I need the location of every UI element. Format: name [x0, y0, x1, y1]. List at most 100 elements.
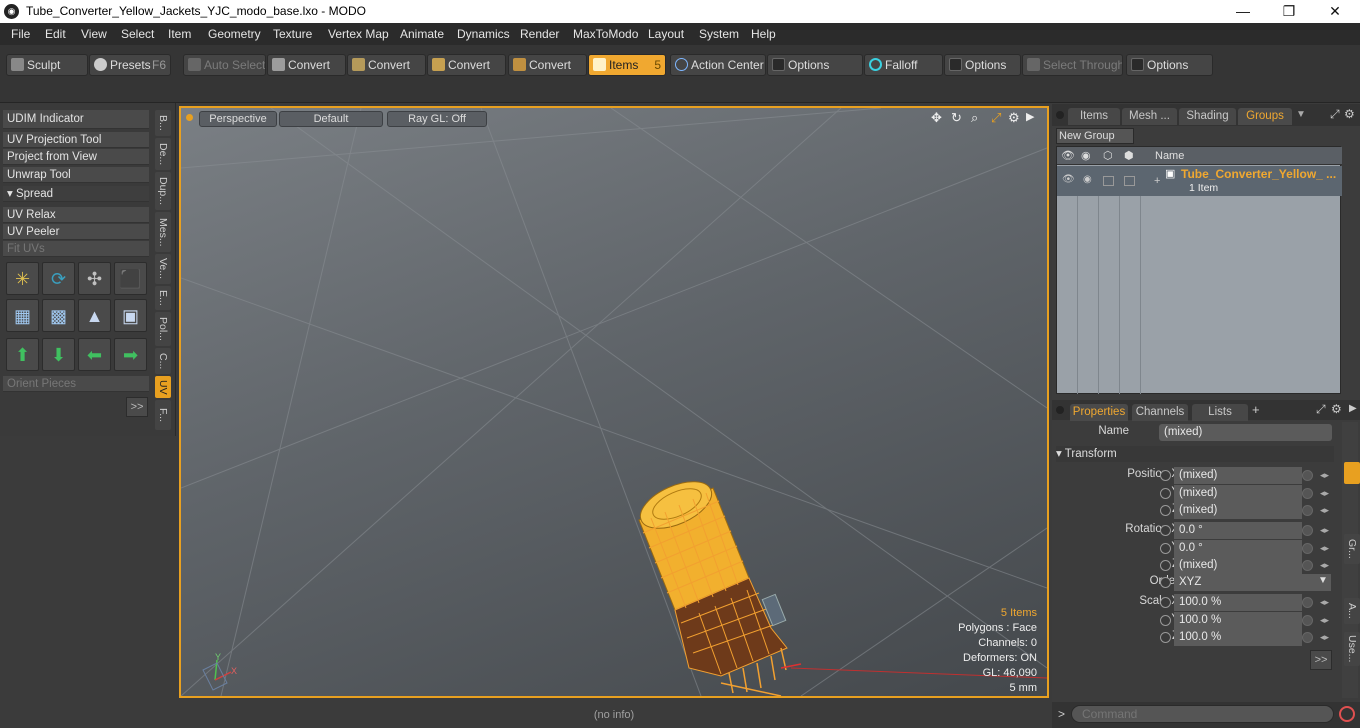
- visibility-eye-icon[interactable]: 👁: [1061, 149, 1075, 162]
- menu-render[interactable]: Render: [520, 27, 559, 41]
- falloff-button[interactable]: Falloff: [864, 54, 943, 76]
- panel-menu-icon[interactable]: [1056, 111, 1064, 119]
- more-properties-button[interactable]: >>: [1310, 650, 1332, 670]
- keyframe-dot-icon[interactable]: [1160, 577, 1171, 588]
- perspective-button[interactable]: Perspective: [199, 111, 277, 127]
- uv-box-icon[interactable]: ▣: [114, 299, 147, 332]
- menu-dynamics[interactable]: Dynamics: [457, 27, 510, 41]
- presets-button[interactable]: Presets F6: [89, 54, 171, 76]
- panel-menu-icon[interactable]: [1056, 406, 1064, 414]
- fit-uvs-button[interactable]: Fit UVs: [3, 241, 149, 257]
- side-tab-a[interactable]: A...: [1344, 598, 1360, 624]
- tab-curve[interactable]: C...: [155, 348, 171, 374]
- chevron-down-icon[interactable]: ▼: [1318, 575, 1328, 586]
- convert-polygons-button[interactable]: Convert: [427, 54, 506, 76]
- minimize-button[interactable]: —: [1220, 0, 1266, 23]
- lock-cube-icon[interactable]: ⬡: [1103, 149, 1113, 162]
- link-icon[interactable]: [1302, 560, 1313, 571]
- play-triangle-icon[interactable]: ▶: [1349, 403, 1357, 414]
- arrow-down-icon[interactable]: ⬇: [42, 338, 75, 371]
- menu-texture[interactable]: Texture: [273, 27, 312, 41]
- select-through-options-button[interactable]: Options: [1126, 54, 1213, 76]
- link-icon[interactable]: [1302, 615, 1313, 626]
- stepper-arrows-icon[interactable]: ◂▸: [1320, 632, 1332, 643]
- pan-icon[interactable]: ✥: [931, 110, 942, 126]
- default-shading-button[interactable]: Default: [279, 111, 383, 127]
- rotation-y-field[interactable]: 0.0 °: [1174, 540, 1302, 557]
- rotation-x-field[interactable]: 0.0 °: [1174, 522, 1302, 539]
- uv-grid-icon[interactable]: ▩: [42, 299, 75, 332]
- stepper-arrows-icon[interactable]: ◂▸: [1320, 488, 1332, 499]
- menu-edit[interactable]: Edit: [45, 27, 66, 41]
- tab-edge[interactable]: E...: [155, 286, 171, 310]
- keyframe-dot-icon[interactable]: [1160, 597, 1171, 608]
- tab-properties[interactable]: Properties: [1070, 404, 1128, 421]
- udim-indicator-button[interactable]: UDIM Indicator: [3, 110, 149, 129]
- scale-y-field[interactable]: 100.0 %: [1174, 612, 1302, 629]
- scale-z-field[interactable]: 100.0 %: [1174, 629, 1302, 646]
- order-dropdown[interactable]: XYZ: [1174, 574, 1331, 591]
- expand-plus-icon[interactable]: +: [1154, 175, 1160, 187]
- convert-materials-button[interactable]: Convert: [508, 54, 587, 76]
- items-mode-button[interactable]: Items 5: [588, 54, 666, 76]
- tab-basic[interactable]: B...: [155, 110, 171, 136]
- add-tab-button[interactable]: +: [1252, 402, 1260, 417]
- gear-icon[interactable]: ⚙: [1344, 107, 1355, 121]
- ray-gl-button[interactable]: Ray GL: Off: [387, 111, 487, 127]
- record-icon[interactable]: [1339, 706, 1355, 722]
- 3d-viewport[interactable]: Y X Perspective Default Ray GL: Off ✥ ↻ …: [179, 106, 1049, 698]
- side-tab-user[interactable]: Use...: [1344, 632, 1360, 666]
- tab-lists[interactable]: Lists: [1192, 404, 1248, 421]
- group-row[interactable]: 👁 ◉ + ▣ Tube_Converter_Yellow_ ... 1 Ite…: [1057, 166, 1342, 196]
- menu-system[interactable]: System: [699, 27, 739, 41]
- name-field[interactable]: (mixed): [1159, 424, 1332, 441]
- tab-channels[interactable]: Channels: [1132, 404, 1188, 421]
- select-through-button[interactable]: Select Through: [1022, 54, 1123, 76]
- position-z-field[interactable]: (mixed): [1174, 502, 1302, 519]
- menu-maxtomodo[interactable]: MaxToModo: [573, 27, 638, 41]
- uv-peeler-button[interactable]: UV Peeler: [3, 224, 149, 240]
- fit-view-icon[interactable]: ⤢: [991, 110, 1001, 126]
- link-icon[interactable]: [1302, 488, 1313, 499]
- tab-deform[interactable]: De...: [155, 138, 171, 170]
- link-icon[interactable]: [1302, 597, 1313, 608]
- stepper-arrows-icon[interactable]: ◂▸: [1320, 525, 1332, 536]
- rotate-view-icon[interactable]: ↻: [951, 110, 962, 126]
- uv-planar-icon[interactable]: ▦: [6, 299, 39, 332]
- expand-icon[interactable]: ⤢: [1330, 107, 1340, 122]
- keyframe-dot-icon[interactable]: [1160, 505, 1171, 516]
- tab-groups[interactable]: Groups: [1238, 108, 1292, 125]
- tab-mesh-edit[interactable]: Mes...: [155, 212, 171, 252]
- action-center-options-button[interactable]: Options: [767, 54, 863, 76]
- menu-select[interactable]: Select: [121, 27, 154, 41]
- keyframe-dot-icon[interactable]: [1160, 560, 1171, 571]
- select-checkbox[interactable]: [1124, 176, 1135, 186]
- tab-fusion[interactable]: F...: [155, 400, 171, 430]
- name-column-header[interactable]: Name: [1155, 150, 1184, 162]
- keyframe-dot-icon[interactable]: [1160, 470, 1171, 481]
- viewport-menu-icon[interactable]: [186, 114, 193, 121]
- stepper-arrows-icon[interactable]: ◂▸: [1320, 615, 1332, 626]
- lock-checkbox[interactable]: [1103, 176, 1114, 186]
- convert-edges-button[interactable]: Convert: [347, 54, 426, 76]
- menu-item[interactable]: Item: [168, 27, 191, 41]
- keyframe-dot-icon[interactable]: [1160, 543, 1171, 554]
- render-icon[interactable]: ◉: [1083, 174, 1092, 185]
- uv-relax-button[interactable]: UV Relax: [3, 207, 149, 223]
- menu-animate[interactable]: Animate: [400, 27, 444, 41]
- tab-mesh[interactable]: Mesh ...: [1122, 108, 1177, 125]
- link-icon[interactable]: [1302, 632, 1313, 643]
- arrow-up-icon[interactable]: ⬆: [6, 338, 39, 371]
- tab-dropdown-icon[interactable]: ▼: [1296, 109, 1306, 120]
- tab-items[interactable]: Items: [1068, 108, 1120, 125]
- menu-layout[interactable]: Layout: [648, 27, 684, 41]
- uv-scale-icon[interactable]: ✣: [78, 262, 111, 295]
- uv-projection-tool-button[interactable]: UV Projection Tool: [3, 132, 149, 148]
- tab-polygon[interactable]: Pol...: [155, 312, 171, 346]
- new-group-button[interactable]: New Group: [1056, 128, 1134, 144]
- uv-perspective-icon[interactable]: ▲: [78, 299, 111, 332]
- sculpt-button[interactable]: Sculpt: [6, 54, 88, 76]
- link-icon[interactable]: [1302, 470, 1313, 481]
- side-tab-active[interactable]: [1344, 462, 1360, 484]
- uv-transform-icon[interactable]: ⬛: [114, 262, 147, 295]
